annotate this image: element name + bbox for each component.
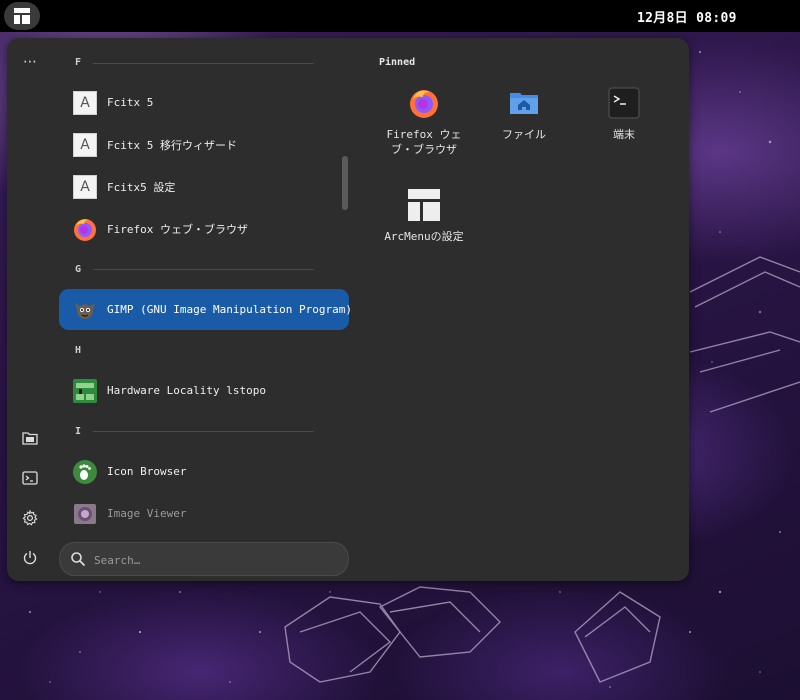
section-header-h: H: [75, 345, 82, 356]
section-divider: [93, 431, 314, 432]
section-header-g: G: [75, 264, 82, 275]
app-menu-panel: ⋯ F A Fcitx 5 A Fcitx 5 移行ウィザード A Fcitx5…: [7, 38, 689, 581]
app-label: Hardware Locality lstopo: [107, 384, 266, 397]
app-list[interactable]: F A Fcitx 5 A Fcitx 5 移行ウィザード A Fcitx5 設…: [59, 38, 359, 533]
menu-left-rail: ⋯: [7, 38, 55, 581]
app-label: Fcitx 5 移行ウィザード: [107, 138, 237, 152]
fcitx-icon: A: [72, 90, 98, 116]
fcitx-icon: A: [72, 174, 98, 200]
firefox-icon: [410, 90, 438, 118]
app-label: GIMP (GNU Image Manipulation Program): [107, 303, 353, 316]
app-list-scrollbar[interactable]: [342, 156, 348, 210]
settings-button[interactable]: [18, 506, 42, 530]
app-label: Fcitx 5: [107, 96, 154, 109]
lstopo-icon: [72, 378, 98, 404]
pinned-item-terminal[interactable]: 端末: [576, 87, 672, 177]
folder-home-icon: [510, 93, 538, 114]
files-button[interactable]: [18, 426, 42, 450]
more-button[interactable]: ⋯: [18, 50, 42, 74]
fcitx-icon: A: [72, 132, 98, 158]
section-header-f: F: [75, 57, 82, 68]
terminal-button[interactable]: [18, 466, 42, 490]
pinned-label: 端末: [613, 128, 635, 141]
image-viewer-icon: [72, 501, 98, 527]
terminal-icon: [608, 87, 640, 119]
pinned-item-arcmenu-settings[interactable]: ArcMenuの設定: [376, 189, 472, 279]
section-divider: [93, 63, 314, 64]
app-item-image-viewer[interactable]: Image Viewer: [59, 493, 349, 533]
app-item-fcitx5-migrator[interactable]: A Fcitx 5 移行ウィザード: [59, 124, 349, 165]
pinned-item-files[interactable]: ファイル: [476, 87, 572, 177]
files-icon: [22, 432, 38, 445]
app-menu-button[interactable]: [4, 2, 40, 30]
pinned-label: ファイル: [502, 128, 546, 141]
power-button[interactable]: [18, 546, 42, 570]
app-label: Icon Browser: [107, 465, 187, 478]
pinned-label: Firefox ウェブ・ブラウザ: [386, 128, 462, 156]
app-item-fcitx5-config[interactable]: A Fcitx5 設定: [59, 166, 349, 207]
clock[interactable]: 12月8日 08:09: [637, 7, 737, 26]
pinned-label: ArcMenuの設定: [384, 230, 464, 243]
app-item-lstopo[interactable]: Hardware Locality lstopo: [59, 370, 349, 411]
pinned-title: Pinned: [379, 57, 416, 68]
app-item-icon-browser[interactable]: Icon Browser: [59, 451, 349, 492]
search-bar[interactable]: [59, 542, 349, 576]
power-icon: [23, 551, 37, 565]
app-item-gimp[interactable]: GIMP (GNU Image Manipulation Program): [59, 289, 353, 330]
more-icon: ⋯: [23, 54, 37, 70]
top-bar: 12月8日 08:09: [0, 0, 800, 32]
section-header-i: I: [75, 426, 82, 437]
app-label: Image Viewer: [107, 507, 187, 520]
app-label: Firefox ウェブ・ブラウザ: [107, 222, 248, 236]
gear-icon: [22, 510, 38, 526]
search-input[interactable]: [92, 550, 336, 570]
pinned-item-firefox[interactable]: Firefox ウェブ・ブラウザ: [376, 87, 472, 177]
app-item-firefox[interactable]: Firefox ウェブ・ブラウザ: [59, 208, 349, 249]
app-label: Fcitx5 設定: [107, 180, 176, 194]
gimp-icon: [72, 297, 98, 323]
terminal-icon: [22, 471, 38, 485]
search-icon: [71, 552, 86, 567]
gnome-foot-icon: [72, 459, 98, 485]
arcmenu-layout-icon: [408, 189, 440, 221]
section-divider: [93, 269, 314, 270]
arcmenu-layout-icon: [14, 8, 30, 24]
app-item-fcitx5[interactable]: A Fcitx 5: [59, 82, 349, 123]
firefox-icon: [72, 216, 98, 242]
